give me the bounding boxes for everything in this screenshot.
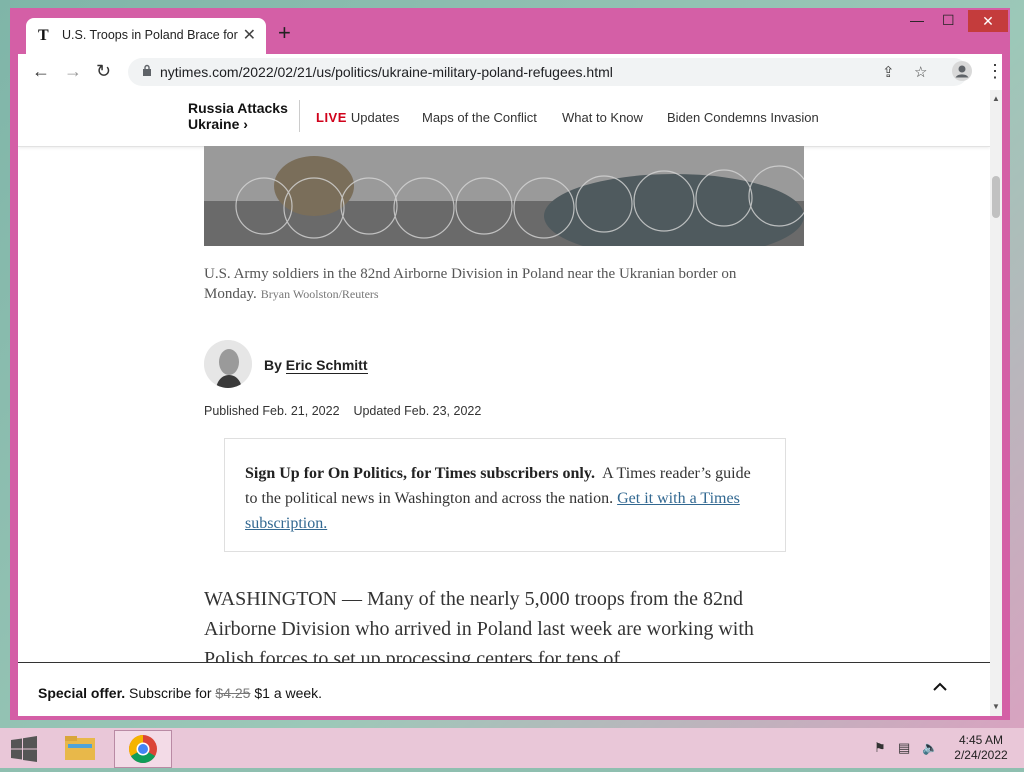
tab-strip: T U.S. Troops in Poland Brace for P ✕ + … bbox=[10, 8, 1010, 54]
bookmark-star-icon[interactable]: ☆ bbox=[914, 63, 927, 81]
nav-link-biden[interactable]: Biden Condemns Invasion bbox=[667, 110, 819, 125]
scroll-up-arrow-icon[interactable]: ▲ bbox=[992, 94, 1000, 103]
page-viewport: Russia Attacks Ukraine › LIVE Updates Map… bbox=[18, 90, 990, 716]
article-body: WASHINGTON — Many of the nearly 5,000 tr… bbox=[204, 588, 754, 670]
byline-prefix: By bbox=[264, 357, 282, 373]
reload-icon[interactable]: ↻ bbox=[96, 60, 111, 82]
scrollbar-thumb[interactable] bbox=[992, 176, 1000, 218]
taskbar: ⚑ ▤ 🔈 4:45 AM 2/24/2022 bbox=[0, 728, 1024, 768]
close-window-button[interactable]: ✕ bbox=[968, 10, 1008, 32]
nav-link-label: Updates bbox=[350, 110, 400, 125]
new-tab-button[interactable]: + bbox=[278, 22, 291, 44]
browser-toolbar: ← → ↻ nytimes.com/2022/02/21/us/politics… bbox=[18, 54, 1004, 90]
page-scrollbar[interactable]: ▲ ▼ bbox=[990, 90, 1002, 716]
scroll-down-arrow-icon[interactable]: ▼ bbox=[992, 702, 1000, 711]
offer-old-price: $4.25 bbox=[215, 685, 251, 701]
nav-divider bbox=[299, 100, 300, 132]
profile-avatar-icon[interactable] bbox=[952, 61, 972, 86]
clock-time: 4:45 AM bbox=[958, 733, 1004, 747]
chevron-up-icon[interactable] bbox=[932, 679, 948, 697]
tab-close-icon[interactable]: ✕ bbox=[243, 25, 256, 45]
offer-new-price: $1 a week. bbox=[254, 685, 323, 701]
nyt-story-nav: Russia Attacks Ukraine › LIVE Updates Map… bbox=[18, 90, 990, 147]
offer-label: Special offer. bbox=[38, 685, 126, 701]
author-avatar[interactable] bbox=[204, 340, 252, 388]
tab-title: U.S. Troops in Poland Brace for P bbox=[62, 28, 238, 42]
newsletter-promo: Sign Up for On Politics, for Times subsc… bbox=[224, 438, 786, 552]
share-icon[interactable]: ⇪ bbox=[882, 63, 895, 81]
author-link[interactable]: Eric Schmitt bbox=[285, 357, 368, 374]
photo-credit: Bryan Woolston/Reuters bbox=[260, 287, 379, 301]
volume-muted-icon[interactable]: 🔈 bbox=[922, 740, 938, 756]
chrome-icon bbox=[129, 735, 157, 763]
address-bar[interactable]: nytimes.com/2022/02/21/us/politics/ukrai… bbox=[128, 58, 968, 86]
windows-start-icon[interactable] bbox=[10, 736, 38, 762]
nav-brand[interactable]: Russia Attacks Ukraine › bbox=[188, 100, 288, 132]
published-date: Published Feb. 21, 2022 bbox=[204, 404, 340, 418]
nav-link-live-updates[interactable]: LIVE Updates bbox=[316, 110, 399, 125]
promo-body: Sign Up for On Politics, for Times subsc… bbox=[245, 461, 765, 536]
url-text: nytimes.com/2022/02/21/us/politics/ukrai… bbox=[160, 64, 613, 80]
tab-active[interactable]: T U.S. Troops in Poland Brace for P ✕ bbox=[26, 18, 266, 54]
article-photo bbox=[204, 146, 804, 246]
maximize-button[interactable]: ☐ bbox=[942, 12, 955, 29]
brand-line2: Ukraine › bbox=[188, 116, 248, 132]
updated-date: Updated Feb. 23, 2022 bbox=[353, 404, 482, 418]
chrome-taskbar-button[interactable] bbox=[114, 730, 172, 768]
live-badge: LIVE bbox=[316, 110, 347, 125]
nyt-favicon-icon: T bbox=[38, 27, 49, 44]
offer-desc: Subscribe for bbox=[129, 685, 212, 701]
action-center-flag-icon[interactable]: ⚑ bbox=[874, 740, 886, 756]
file-explorer-taskbar-button[interactable] bbox=[52, 730, 108, 766]
system-clock[interactable]: 4:45 AM 2/24/2022 bbox=[948, 733, 1014, 763]
network-icon[interactable]: ▤ bbox=[898, 740, 910, 756]
forward-arrow-icon[interactable]: → bbox=[64, 60, 82, 82]
byline: By Eric Schmitt bbox=[264, 357, 368, 374]
browser-window: T U.S. Troops in Poland Brace for P ✕ + … bbox=[10, 8, 1010, 720]
back-arrow-icon[interactable]: ← bbox=[32, 60, 50, 82]
clock-date: 2/24/2022 bbox=[954, 748, 1008, 762]
special-offer-banner[interactable]: Special offer. Subscribe for $4.25 $1 a … bbox=[18, 662, 990, 716]
minimize-button[interactable]: — bbox=[910, 12, 924, 28]
article-dates: Published Feb. 21, 2022 Updated Feb. 23,… bbox=[204, 404, 481, 418]
promo-headline: Sign Up for On Politics, for Times subsc… bbox=[245, 465, 595, 482]
brand-line1: Russia Attacks bbox=[188, 100, 288, 116]
photo-caption: U.S. Army soldiers in the 82nd Airborne … bbox=[204, 264, 784, 304]
nav-link-maps[interactable]: Maps of the Conflict bbox=[422, 110, 537, 125]
lock-icon bbox=[143, 64, 151, 76]
offer-text: Special offer. Subscribe for $4.25 $1 a … bbox=[38, 685, 322, 701]
menu-kebab-icon[interactable]: ⋮ bbox=[986, 60, 1004, 82]
nav-link-what-to-know[interactable]: What to Know bbox=[562, 110, 643, 125]
